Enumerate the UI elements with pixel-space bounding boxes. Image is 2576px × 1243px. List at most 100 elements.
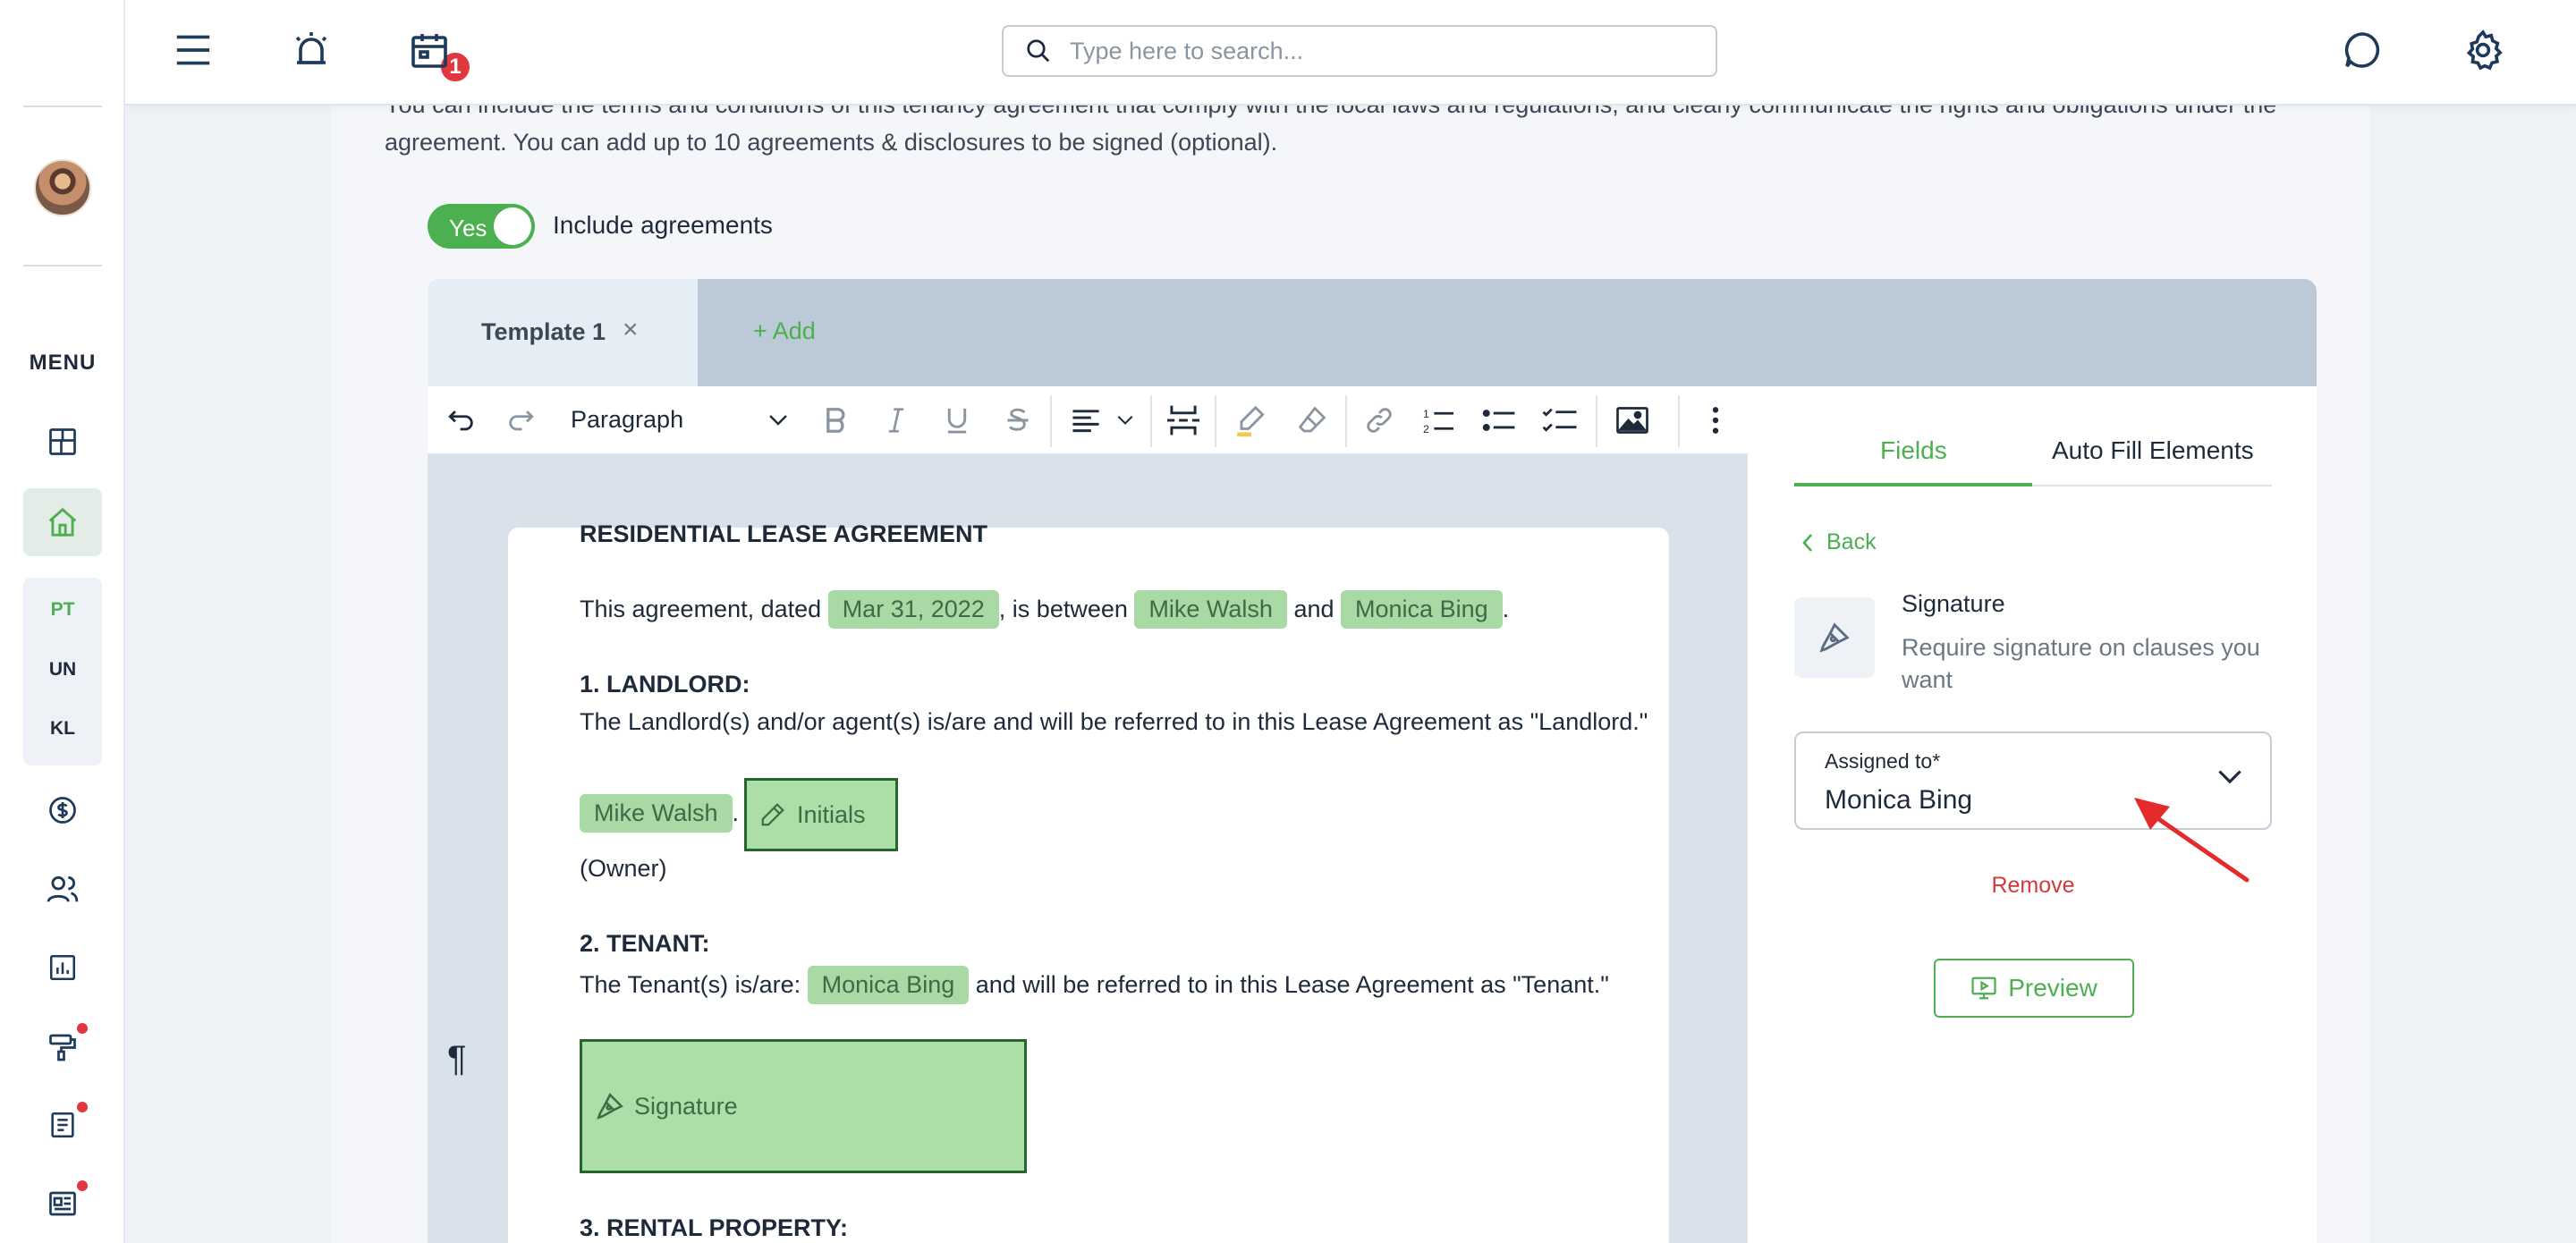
svg-text:1: 1 — [1423, 408, 1429, 420]
initials-label: Initials — [797, 800, 866, 828]
preview-button[interactable]: Preview — [1934, 959, 2134, 1018]
agreement-intro-line: This agreement, dated Mar 31, 2022, is b… — [580, 590, 1509, 629]
include-agreements-toggle[interactable]: Yes — [428, 204, 535, 249]
numbered-list-icon[interactable]: 12 — [1417, 401, 1460, 440]
sidebar-item-kl[interactable]: KL — [23, 718, 102, 740]
search-box[interactable] — [1002, 25, 1717, 77]
notification-dot — [77, 1023, 88, 1034]
landlord-signer-line: Mike Walsh. — [580, 794, 739, 833]
more-options-icon[interactable] — [1694, 401, 1737, 440]
strikethrough-icon[interactable] — [996, 401, 1039, 440]
bold-icon[interactable] — [814, 401, 857, 440]
bullet-list-icon[interactable] — [1478, 401, 1521, 440]
dollar-icon[interactable] — [41, 789, 84, 832]
home-icon[interactable] — [41, 501, 84, 544]
tenant-pre-text: The Tenant(s) is/are: — [580, 971, 801, 998]
assigned-to-value: Monica Bing — [1825, 785, 1973, 815]
section-landlord-heading: 1. LANDLORD: — [580, 671, 750, 698]
pencil-icon — [761, 803, 784, 826]
chat-icon[interactable] — [2338, 25, 2388, 75]
underline-icon[interactable] — [936, 401, 979, 440]
add-template-button[interactable]: + Add — [753, 317, 816, 345]
active-tab-indicator — [1794, 483, 2032, 486]
eraser-icon[interactable] — [1290, 401, 1335, 440]
align-left-icon[interactable] — [1064, 401, 1107, 440]
link-icon[interactable] — [1358, 401, 1401, 440]
back-label: Back — [1826, 529, 1877, 554]
back-button[interactable]: Back — [1801, 529, 1877, 555]
highlighter-icon[interactable] — [1229, 401, 1274, 440]
image-icon[interactable] — [1610, 401, 1655, 440]
signature-label: Signature — [634, 1092, 738, 1120]
notification-dot — [77, 1180, 88, 1191]
section-landlord-text: The Landlord(s) and/or agent(s) is/are a… — [580, 708, 1648, 735]
pen-nib-icon — [1819, 622, 1850, 653]
block-style-select[interactable]: Paragraph — [571, 406, 683, 434]
document-title-text: RESIDENTIAL LEASE AGREEMENT — [580, 520, 988, 547]
undo-icon[interactable] — [440, 401, 483, 440]
rail-divider — [23, 106, 102, 107]
tenant-post-text: and will be referred to in this Lease Ag… — [975, 971, 1609, 998]
reports-icon[interactable] — [41, 946, 84, 989]
template-tabs-bar — [428, 279, 2317, 386]
annotation-arrow — [2134, 798, 2250, 883]
hamburger-menu-icon[interactable] — [168, 25, 218, 75]
align-chevron-icon[interactable] — [1109, 401, 1141, 440]
section-tenant-heading: 2. TENANT: — [580, 930, 710, 958]
landlord-chip[interactable]: Mike Walsh — [580, 794, 733, 833]
toggle-knob — [494, 207, 531, 245]
gear-icon[interactable] — [2458, 25, 2508, 75]
signature-field[interactable]: Signature — [580, 1039, 1027, 1173]
notification-dot — [77, 1102, 88, 1112]
menu-label: MENU — [29, 351, 97, 375]
document-title: RESIDENTIAL LEASE AGREEMENT — [580, 520, 987, 548]
preview-label: Preview — [2008, 974, 2097, 1002]
avatar[interactable] — [34, 159, 91, 216]
calendar-icon[interactable] — [404, 25, 454, 75]
tenant-chip[interactable]: Monica Bing — [1341, 590, 1503, 629]
toolbar-separator — [1050, 395, 1052, 447]
tab-fields[interactable]: Fields — [1880, 436, 1947, 465]
search-input[interactable] — [1070, 37, 1696, 65]
italic-icon[interactable] — [875, 401, 918, 440]
left-rail: MENU PT UN KL — [0, 0, 125, 1243]
initials-field[interactable]: Initials — [744, 778, 898, 851]
sidebar-item-un[interactable]: UN — [23, 659, 102, 681]
chevron-down-icon — [2218, 770, 2241, 784]
field-title: Signature — [1902, 590, 2005, 617]
landlord-chip[interactable]: Mike Walsh — [1134, 590, 1287, 629]
toolbar-separator — [1678, 395, 1680, 447]
rail-divider — [23, 265, 102, 266]
field-description: Require signature on clauses you want — [1902, 634, 2260, 693]
include-agreements-label: Include agreements — [553, 211, 773, 239]
between-text: , is between — [998, 596, 1128, 622]
tab-label: Template 1 — [481, 318, 606, 345]
chevron-down-icon[interactable] — [760, 401, 796, 440]
sidebar-item-pt[interactable]: PT — [23, 599, 102, 621]
section-property-heading: 3. RENTAL PROPERTY: — [580, 1214, 848, 1242]
alarm-icon[interactable] — [286, 25, 336, 75]
dashboard-icon[interactable] — [41, 420, 84, 463]
toolbar-separator — [1345, 395, 1347, 447]
signature-field-tile — [1794, 597, 1875, 678]
owner-note: (Owner) — [580, 855, 667, 882]
section-heading-text: 3. RENTAL PROPERTY: — [580, 1214, 849, 1241]
preview-icon — [1971, 977, 1996, 1000]
pilcrow-marker[interactable]: ¶ — [447, 1039, 466, 1079]
tab-auto-fill-elements[interactable]: Auto Fill Elements — [2052, 436, 2254, 465]
date-chip[interactable]: Mar 31, 2022 — [827, 590, 999, 629]
period-text: . — [732, 799, 740, 826]
toolbar-separator — [1215, 395, 1216, 447]
search-icon — [1027, 39, 1050, 63]
people-icon[interactable] — [41, 867, 84, 910]
checklist-icon[interactable] — [1538, 401, 1581, 440]
tenant-chip[interactable]: Monica Bing — [807, 966, 970, 1004]
redo-icon[interactable] — [499, 401, 542, 440]
top-bar: 1 — [125, 0, 2576, 106]
toggle-state: Yes — [449, 215, 487, 241]
and-text: and — [1293, 596, 1335, 622]
close-tab-icon[interactable]: × — [623, 315, 639, 345]
page-break-icon[interactable] — [1161, 401, 1206, 440]
tab-template-1[interactable]: Template 1 × — [428, 279, 698, 386]
section-heading-text: 2. TENANT: — [580, 930, 710, 957]
